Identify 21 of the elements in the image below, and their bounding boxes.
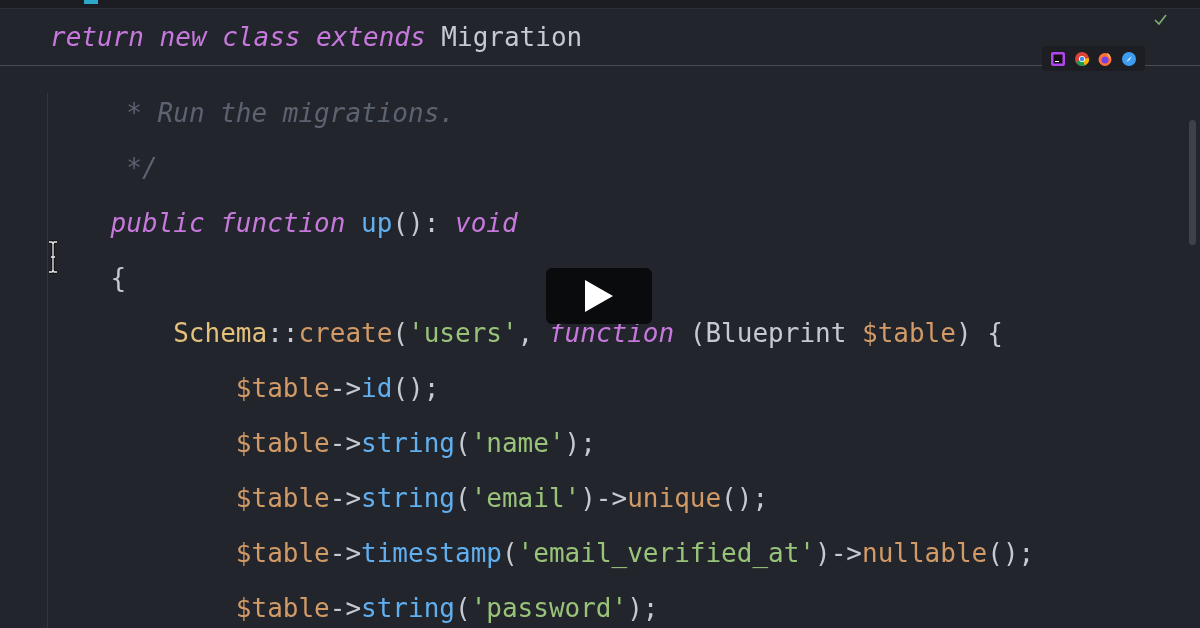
checkmark-icon <box>1154 14 1167 25</box>
code-line: $table->string('name'); <box>235 427 596 460</box>
code-line: $table->string('password'); <box>235 592 659 625</box>
flame-browser-icon[interactable] <box>1098 51 1113 66</box>
code-line: * Run the migrations. <box>125 97 455 130</box>
code-line: $table->string('email')->unique(); <box>235 482 769 515</box>
code-line: return new class extends Migration <box>50 21 583 54</box>
browser-icon[interactable] <box>1074 51 1089 66</box>
code-line: $table->timestamp('email_verified_at')->nullable(); <box>235 537 1035 570</box>
code-line: public function up(): void <box>110 207 518 240</box>
code-line: Schema::create('users', function (Blueprint $table) { <box>173 317 1003 350</box>
scrollbar-thumb[interactable] <box>1189 120 1196 245</box>
play-icon <box>585 280 613 312</box>
code-line: $table->id(); <box>235 372 440 405</box>
code-line: { <box>110 262 127 295</box>
tab-indicator <box>84 0 98 4</box>
text-cursor-icon <box>46 240 60 274</box>
play-button[interactable] <box>546 268 652 324</box>
code-line: */ <box>125 152 158 185</box>
compass-icon[interactable] <box>1122 51 1137 66</box>
ide-icon[interactable] <box>1050 51 1065 66</box>
